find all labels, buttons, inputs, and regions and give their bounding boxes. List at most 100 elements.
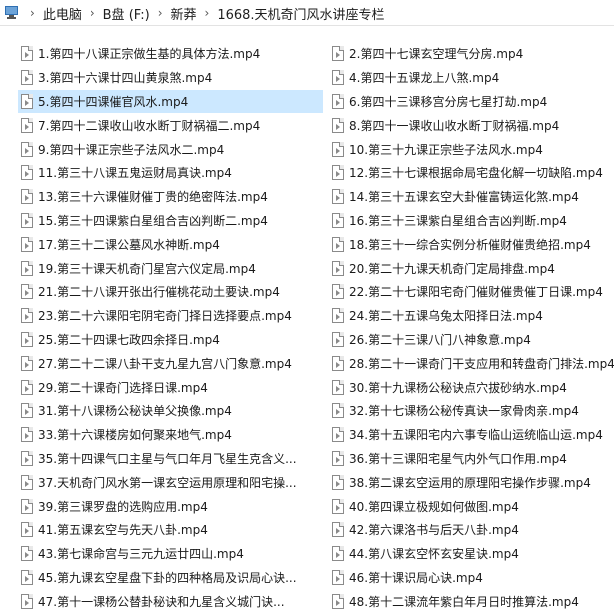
file-item[interactable]: 15.第三十四课紫白星组合吉凶判断二.mp4: [18, 209, 323, 233]
file-item[interactable]: 33.第十六课楼房如何聚来地气.mp4: [18, 423, 323, 447]
file-name: 22.第二十七课阳宅奇门催财催贵催丁日课.mp4: [349, 285, 603, 300]
breadcrumb-separator: ›: [157, 6, 163, 20]
file-item[interactable]: 47.第十一课杨公替卦秘诀和九星含义城门诀...: [18, 589, 323, 613]
file-name: 36.第十三课阳宅星气内外气口作用.mp4: [349, 451, 567, 466]
file-name: 29.第二十课奇门选择日课.mp4: [38, 380, 208, 395]
video-file-icon: [21, 165, 33, 181]
file-item[interactable]: 4.第四十五课龙上八煞.mp4: [329, 66, 614, 90]
file-item[interactable]: 24.第二十五课乌兔太阳择日法.mp4: [329, 304, 614, 328]
file-name: 10.第三十九课正宗些子法风水.mp4: [349, 142, 543, 157]
file-item[interactable]: 46.第十课识局心诀.mp4: [329, 566, 614, 590]
breadcrumb-current-folder[interactable]: 1668.天机奇门风水讲座专栏: [217, 4, 384, 23]
file-item[interactable]: 1.第四十八课正宗做生基的具体方法.mp4: [18, 42, 323, 66]
file-item[interactable]: 5.第四十四课催官风水.mp4: [18, 89, 323, 114]
file-item[interactable]: 27.第二十二课八卦干支九星九宫八门象意.mp4: [18, 351, 323, 375]
video-file-icon: [332, 93, 344, 109]
video-file-icon: [21, 450, 33, 466]
file-item[interactable]: 20.第二十九课天机奇门定局排盘.mp4: [329, 256, 614, 280]
address-bar[interactable]: › 此电脑 › B盘 (F:) › 新莽 › 1668.天机奇门风水讲座专栏: [0, 0, 614, 26]
video-file-icon: [332, 236, 344, 252]
video-file-icon: [332, 260, 344, 276]
file-item[interactable]: 8.第四十一课收山收水断丁财祸福.mp4: [329, 113, 614, 137]
breadcrumb-separator: ›: [30, 6, 35, 20]
video-file-icon: [332, 546, 344, 562]
file-item[interactable]: 43.第七课命宫与三元九运廿四山.mp4: [18, 542, 323, 566]
file-item[interactable]: 18.第三十一综合实例分析催财催贵绝招.mp4: [329, 232, 614, 256]
file-item[interactable]: 16.第三十三课紫白星组合吉凶判断.mp4: [329, 209, 614, 233]
file-name: 6.第四十三课移宫分房七星打劫.mp4: [349, 94, 548, 109]
file-name: 27.第二十二课八卦干支九星九宫八门象意.mp4: [38, 356, 292, 371]
file-name: 40.第四课立极规如何做图.mp4: [349, 499, 519, 514]
file-name: 14.第三十五课玄空大卦催富铸运化煞.mp4: [349, 190, 579, 205]
file-item[interactable]: 32.第十七课杨公秘传真诀一家骨肉亲.mp4: [329, 399, 614, 423]
file-list-left-column: 1.第四十八课正宗做生基的具体方法.mp4 3.第四十六课廿四山黄泉煞.mp4 5.…: [18, 42, 323, 613]
breadcrumb-this-pc[interactable]: 此电脑: [43, 4, 82, 23]
video-file-icon: [21, 593, 33, 609]
file-item[interactable]: 41.第五课玄空与先天八卦.mp4: [18, 518, 323, 542]
file-item[interactable]: 3.第四十六课廿四山黄泉煞.mp4: [18, 66, 323, 90]
video-file-icon: [21, 236, 33, 252]
file-item[interactable]: 37.天机奇门风水第一课玄空运用原理和阳宅操...: [18, 470, 323, 494]
file-item[interactable]: 30.第十九课杨公秘诀点穴拔砂纳水.mp4: [329, 375, 614, 399]
file-item[interactable]: 2.第四十七课玄空理气分房.mp4: [329, 42, 614, 66]
file-item[interactable]: 22.第二十七课阳宅奇门催财催贵催丁日课.mp4: [329, 280, 614, 304]
file-item[interactable]: 34.第十五课阳宅内六事专临山运统临山运.mp4: [329, 423, 614, 447]
file-item[interactable]: 45.第九课玄空星盘下卦的四种格局及识局心诀...: [18, 566, 323, 590]
breadcrumb-drive[interactable]: B盘 (F:): [103, 4, 150, 23]
file-item[interactable]: 25.第二十四课七政四余择日.mp4: [18, 328, 323, 352]
file-name: 45.第九课玄空星盘下卦的四种格局及识局心诀...: [38, 570, 297, 585]
video-file-icon: [332, 70, 344, 86]
file-item[interactable]: 38.第二课玄空运用的原理阳宅操作步骤.mp4: [329, 470, 614, 494]
video-file-icon: [332, 379, 344, 395]
file-item[interactable]: 29.第二十课奇门选择日课.mp4: [18, 375, 323, 399]
file-name: 9.第四十课正宗些子法风水二.mp4: [38, 142, 225, 157]
file-item[interactable]: 13.第三十六课催财催丁贵的绝密阵法.mp4: [18, 185, 323, 209]
file-name: 35.第十四课气口主星与气口年月飞星生克含义...: [38, 451, 297, 466]
video-file-icon: [21, 355, 33, 371]
file-item[interactable]: 40.第四课立极规如何做图.mp4: [329, 494, 614, 518]
file-item[interactable]: 7.第四十二课收山收水断丁财祸福二.mp4: [18, 113, 323, 137]
file-item[interactable]: 11.第三十八课五鬼运财局真诀.mp4: [18, 161, 323, 185]
file-name: 39.第三课罗盘的选购应用.mp4: [38, 499, 208, 514]
video-file-icon: [21, 379, 33, 395]
this-pc-icon: [4, 6, 20, 20]
file-name: 23.第二十六课阳宅阴宅奇门择日选择要点.mp4: [38, 309, 292, 324]
video-file-icon: [332, 189, 344, 205]
video-file-icon: [21, 46, 33, 62]
file-item[interactable]: 12.第三十七课根据命局宅盘化解一切缺陷.mp4: [329, 161, 614, 185]
file-item[interactable]: 23.第二十六课阳宅阴宅奇门择日选择要点.mp4: [18, 304, 323, 328]
video-file-icon: [21, 212, 33, 228]
file-item[interactable]: 44.第八课玄空怀玄安星诀.mp4: [329, 542, 614, 566]
video-file-icon: [21, 522, 33, 538]
file-item[interactable]: 21.第二十八课开张出行催桃花动土要诀.mp4: [18, 280, 323, 304]
file-name: 17.第三十二课公墓风水神断.mp4: [38, 237, 220, 252]
file-item[interactable]: 42.第六课洛书与后天八卦.mp4: [329, 518, 614, 542]
video-file-icon: [21, 427, 33, 443]
file-name: 15.第三十四课紫白星组合吉凶判断二.mp4: [38, 213, 268, 228]
file-name: 32.第十七课杨公秘传真诀一家骨肉亲.mp4: [349, 404, 579, 419]
file-item[interactable]: 36.第十三课阳宅星气内外气口作用.mp4: [329, 447, 614, 471]
file-item[interactable]: 31.第十八课杨公秘诀单父换像.mp4: [18, 399, 323, 423]
video-file-icon: [21, 308, 33, 324]
file-item[interactable]: 39.第三课罗盘的选购应用.mp4: [18, 494, 323, 518]
file-name: 21.第二十八课开张出行催桃花动土要诀.mp4: [38, 285, 280, 300]
file-item[interactable]: 26.第二十三课八门八神象意.mp4: [329, 328, 614, 352]
file-name: 41.第五课玄空与先天八卦.mp4: [38, 523, 208, 538]
video-file-icon: [21, 189, 33, 205]
file-item[interactable]: 9.第四十课正宗些子法风水二.mp4: [18, 137, 323, 161]
file-item[interactable]: 28.第二十一课奇门干支应用和转盘奇门排法.mp4: [329, 351, 614, 375]
breadcrumb-separator: ›: [204, 6, 210, 20]
file-name: 2.第四十七课玄空理气分房.mp4: [349, 47, 524, 62]
file-item[interactable]: 48.第十二课流年紫白年月日时推算法.mp4: [329, 589, 614, 613]
file-item[interactable]: 19.第三十课天机奇门星宫六仪定局.mp4: [18, 256, 323, 280]
file-name: 7.第四十二课收山收水断丁财祸福二.mp4: [38, 118, 261, 133]
file-item[interactable]: 17.第三十二课公墓风水神断.mp4: [18, 232, 323, 256]
file-item[interactable]: 35.第十四课气口主星与气口年月飞星生克含义...: [18, 447, 323, 471]
video-file-icon: [21, 403, 33, 419]
file-item[interactable]: 14.第三十五课玄空大卦催富铸运化煞.mp4: [329, 185, 614, 209]
file-name: 20.第二十九课天机奇门定局排盘.mp4: [349, 261, 555, 276]
file-item[interactable]: 6.第四十三课移宫分房七星打劫.mp4: [329, 90, 614, 114]
breadcrumb-folder[interactable]: 新莽: [171, 4, 197, 23]
file-item[interactable]: 10.第三十九课正宗些子法风水.mp4: [329, 137, 614, 161]
file-name: 24.第二十五课乌兔太阳择日法.mp4: [349, 309, 543, 324]
